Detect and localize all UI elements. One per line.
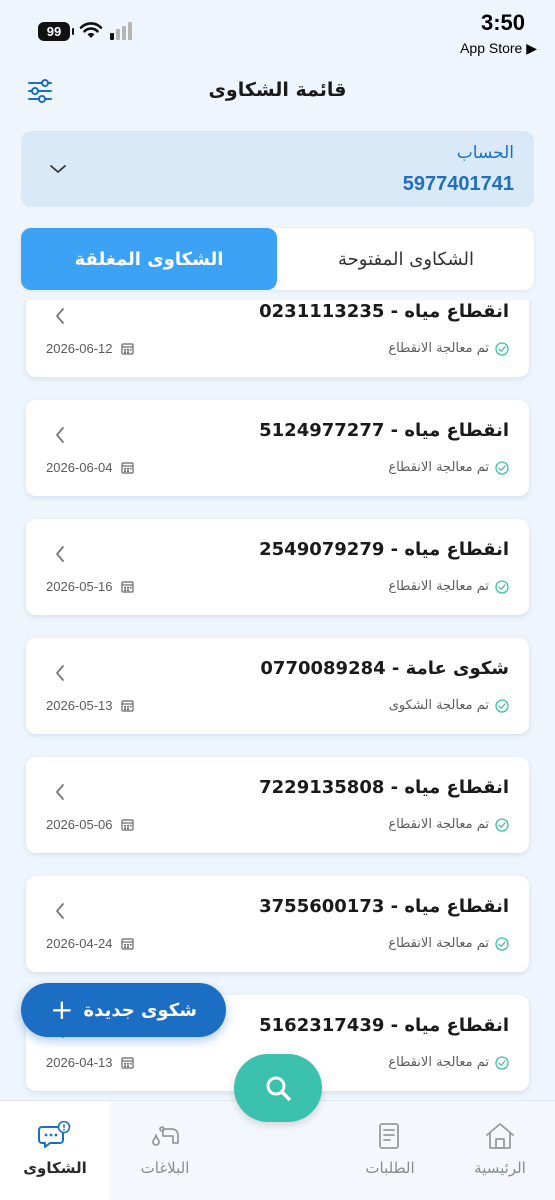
complaint-status: تم معالجة الانقطاع <box>388 460 509 475</box>
account-number: 5977401741 <box>402 173 514 195</box>
calendar-icon <box>120 819 134 831</box>
tab-open-complaints[interactable]: الشكاوى المفتوحة <box>278 228 534 290</box>
complaint-date-text: 2026-06-04 <box>46 460 113 475</box>
complaint-date: 2026-04-13 <box>46 1055 134 1070</box>
complaint-status-text: تم معالجة الانقطاع <box>388 817 489 832</box>
new-complaint-button[interactable]: شكوى جديدة + <box>21 983 226 1037</box>
complaint-card[interactable]: انقطاع مياه - 3755600173 تم معالجة الانقط… <box>26 876 529 972</box>
complaint-status-text: تم معالجة الانقطاع <box>388 341 489 356</box>
check-circle-icon <box>495 817 509 832</box>
calendar-icon <box>120 700 134 712</box>
search-icon <box>266 1076 291 1101</box>
nav-label-requests: الطلبات <box>365 1159 415 1177</box>
chevron-left-icon <box>56 784 64 800</box>
complaint-card[interactable]: شكوى عامة - 0770089284 تم معالجة الشكوى 20… <box>26 638 529 734</box>
complaint-status: تم معالجة الانقطاع <box>388 1055 509 1070</box>
account-label: الحساب <box>456 143 514 163</box>
chevron-down-icon <box>50 165 66 173</box>
wifi-icon <box>79 22 103 38</box>
complaint-date-text: 2026-04-13 <box>46 1055 113 1070</box>
complaint-status: تم معالجة الانقطاع <box>388 341 509 356</box>
complaint-status-text: تم معالجة الانقطاع <box>388 936 489 951</box>
calendar-icon <box>120 938 134 950</box>
complaint-date-text: 2026-05-06 <box>46 817 113 832</box>
nav-item-complaints[interactable]: الشكاوى <box>0 1101 110 1200</box>
home-icon <box>486 1123 514 1149</box>
chevron-left-icon <box>56 665 64 681</box>
cellular-signal-icon <box>110 22 132 40</box>
complaint-date-text: 2026-05-16 <box>46 579 113 594</box>
document-list-icon <box>379 1123 399 1149</box>
calendar-icon <box>120 581 134 593</box>
page-title: قائمة الشكاوى <box>208 79 347 101</box>
calendar-icon <box>120 1057 134 1069</box>
calendar-icon <box>120 343 134 355</box>
calendar-icon <box>120 462 134 474</box>
complaint-tabs: الشكاوى المغلقة الشكاوى المفتوحة <box>21 228 534 290</box>
complaint-status-text: تم معالجة الانقطاع <box>388 579 489 594</box>
chevron-left-icon <box>56 546 64 562</box>
complaint-date-text: 2026-04-24 <box>46 936 113 951</box>
complaint-card[interactable]: انقطاع مياه - 2549079279 تم معالجة الانقط… <box>26 519 529 615</box>
complaint-date: 2026-06-04 <box>46 460 134 475</box>
complaint-status-text: تم معالجة الانقطاع <box>388 1055 489 1070</box>
complaint-title: شكوى عامة - 0770089284 <box>260 658 509 679</box>
nav-item-requests[interactable]: الطلبات <box>335 1101 445 1200</box>
check-circle-icon <box>495 579 509 594</box>
back-to-app-link[interactable]: App Store ▶ <box>460 40 537 57</box>
complaint-status: تم معالجة الانقطاع <box>388 579 509 594</box>
nav-item-reports[interactable]: البلاغات <box>110 1101 220 1200</box>
complaint-date: 2026-05-13 <box>46 698 134 713</box>
complaint-date: 2026-05-16 <box>46 579 134 594</box>
nav-label-complaints: الشكاوى <box>23 1159 87 1177</box>
complaint-title: انقطاع مياه - 7229135808 <box>259 777 509 798</box>
chat-alert-icon <box>38 1121 71 1148</box>
check-circle-icon <box>495 698 509 713</box>
check-circle-icon <box>495 460 509 475</box>
nav-item-home[interactable]: الرئيسية <box>445 1101 555 1200</box>
new-complaint-label: شكوى جديدة <box>83 999 197 1021</box>
nav-label-home: الرئيسية <box>474 1159 526 1177</box>
account-selector[interactable]: الحساب 5977401741 <box>21 131 534 207</box>
nav-label-reports: البلاغات <box>140 1159 190 1177</box>
complaint-date: 2026-05-06 <box>46 817 134 832</box>
status-time: 3:50 <box>480 10 525 35</box>
complaint-title: انقطاع مياه - 5162317439 <box>259 1015 509 1036</box>
complaint-title: انقطاع مياه - 2549079279 <box>259 539 509 560</box>
complaint-status: تم معالجة الشكوى <box>389 698 509 713</box>
check-circle-icon <box>495 1055 509 1070</box>
complaint-status-text: تم معالجة الانقطاع <box>388 460 489 475</box>
complaint-status: تم معالجة الانقطاع <box>388 936 509 951</box>
tab-closed-complaints[interactable]: الشكاوى المغلقة <box>21 228 277 290</box>
complaint-date: 2026-04-24 <box>46 936 134 951</box>
complaint-card[interactable]: انقطاع مياه - 7229135808 تم معالجة الانقط… <box>26 757 529 853</box>
complaint-date-text: 2026-06-12 <box>46 341 113 356</box>
complaints-list[interactable]: انقطاع مياه - 0231113235 تم معالجة الانقط… <box>0 300 555 1100</box>
status-bar: 99 3:50 App Store ▶ <box>0 0 555 64</box>
complaint-card[interactable]: انقطاع مياه - 0231113235 تم معالجة الانقط… <box>26 300 529 377</box>
complaint-title: انقطاع مياه - 3755600173 <box>259 896 509 917</box>
chevron-left-icon <box>56 427 64 443</box>
complaint-title: انقطاع مياه - 5124977277 <box>259 420 509 441</box>
battery-indicator: 99 <box>38 22 74 41</box>
chevron-left-icon <box>56 903 64 919</box>
water-leak-icon <box>152 1126 179 1146</box>
complaint-card[interactable]: انقطاع مياه - 5124977277 تم معالجة الانقط… <box>26 400 529 496</box>
complaint-date: 2026-06-12 <box>46 341 134 356</box>
complaint-status: تم معالجة الانقطاع <box>388 817 509 832</box>
search-button[interactable] <box>234 1054 322 1122</box>
check-circle-icon <box>495 341 509 356</box>
complaint-date-text: 2026-05-13 <box>46 698 113 713</box>
chevron-left-icon <box>56 308 64 324</box>
complaint-status-text: تم معالجة الشكوى <box>388 698 489 713</box>
complaint-title: انقطاع مياه - 0231113235 <box>259 301 509 322</box>
check-circle-icon <box>495 936 509 951</box>
plus-icon: + <box>50 993 74 1026</box>
